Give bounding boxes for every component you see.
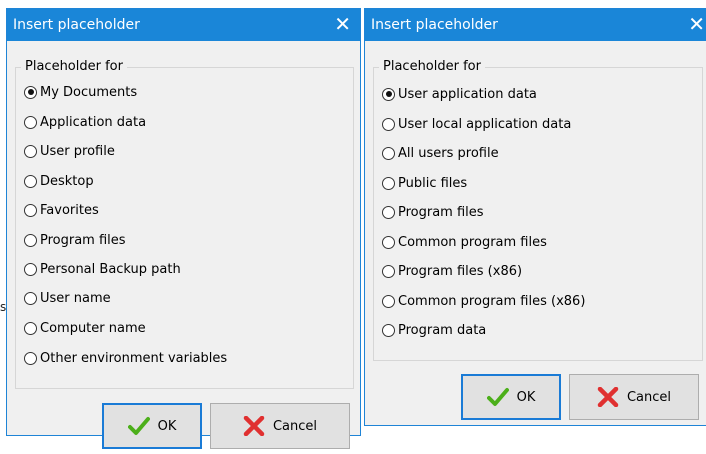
radio-option[interactable]: Other environment variables xyxy=(24,348,227,368)
radio-label: Program files (x86) xyxy=(398,263,523,279)
radio-option[interactable]: Public files xyxy=(382,173,467,193)
radio-button-icon[interactable] xyxy=(24,144,37,158)
radio-option[interactable]: Computer name xyxy=(24,318,146,338)
radio-button-icon[interactable] xyxy=(382,87,395,101)
radio-button-icon[interactable] xyxy=(24,174,37,188)
placeholder-group: Placeholder for My Documents Application… xyxy=(15,59,354,389)
radio-option[interactable]: Common program files (x86) xyxy=(382,291,585,311)
radio-option[interactable]: Program files (x86) xyxy=(382,261,522,281)
radio-label: User local application data xyxy=(398,116,572,132)
cancel-button[interactable]: Cancel xyxy=(569,374,699,420)
radio-label: Application data xyxy=(40,114,147,130)
radio-button-icon[interactable] xyxy=(382,117,395,131)
close-icon[interactable]: ✕ xyxy=(688,13,705,35)
group-label: Placeholder for xyxy=(379,59,485,74)
radio-option[interactable]: Program files xyxy=(24,230,126,250)
group-label: Placeholder for xyxy=(21,59,127,74)
ok-button[interactable]: OK xyxy=(102,403,202,449)
radio-option[interactable]: My Documents xyxy=(24,82,137,102)
radio-label: User application data xyxy=(398,86,537,102)
radio-option[interactable]: Personal Backup path xyxy=(24,259,181,279)
radio-label: Personal Backup path xyxy=(40,261,181,277)
radio-label: Other environment variables xyxy=(40,350,228,366)
radio-button-icon[interactable] xyxy=(24,115,37,129)
radio-label: Common program files (x86) xyxy=(398,293,586,309)
radio-option[interactable]: Favorites xyxy=(24,200,99,220)
radio-label: Public files xyxy=(398,175,468,191)
checkmark-icon xyxy=(486,387,509,407)
radio-option[interactable]: All users profile xyxy=(382,143,499,163)
insert-placeholder-dialog-a: Insert placeholder ✕ Placeholder for My … xyxy=(6,8,361,449)
red-x-icon xyxy=(243,416,265,436)
ok-label: OK xyxy=(157,418,177,434)
checkmark-icon xyxy=(127,416,150,436)
radio-label: Program files xyxy=(40,232,126,248)
radio-option[interactable]: User profile xyxy=(24,141,115,161)
radio-label: User name xyxy=(40,290,111,306)
radio-button-icon[interactable] xyxy=(382,176,395,190)
cancel-button[interactable]: Cancel xyxy=(210,403,350,449)
radio-button-icon[interactable] xyxy=(24,85,37,99)
cancel-label: Cancel xyxy=(626,389,672,405)
radio-button-icon[interactable] xyxy=(24,262,37,276)
radio-option[interactable]: Desktop xyxy=(24,171,94,191)
radio-button-icon[interactable] xyxy=(382,235,395,249)
radio-label: User profile xyxy=(40,143,115,159)
radio-option[interactable]: Common program files xyxy=(382,232,547,252)
radio-label: Computer name xyxy=(40,320,146,336)
radio-button-icon[interactable] xyxy=(24,351,37,365)
radio-button-icon[interactable] xyxy=(382,323,395,337)
placeholder-group: Placeholder for User application data Us… xyxy=(373,59,703,361)
radio-button-icon[interactable] xyxy=(24,291,37,305)
radio-button-icon[interactable] xyxy=(382,205,395,219)
radio-label: Favorites xyxy=(40,202,99,218)
dialog-title: Insert placeholder xyxy=(13,17,140,33)
radio-label: My Documents xyxy=(40,84,138,100)
radio-option[interactable]: User name xyxy=(24,288,111,308)
insert-placeholder-dialog-b: Insert placeholder ✕ Placeholder for Use… xyxy=(364,8,706,426)
radio-option[interactable]: User local application data xyxy=(382,114,571,134)
title-bar: Insert placeholder ✕ xyxy=(7,9,360,41)
radio-button-icon[interactable] xyxy=(24,203,37,217)
title-bar: Insert placeholder ✕ xyxy=(365,9,706,41)
radio-button-icon[interactable] xyxy=(382,146,395,160)
radio-label: Program data xyxy=(398,322,487,338)
cancel-label: Cancel xyxy=(272,418,318,434)
close-icon[interactable]: ✕ xyxy=(334,13,351,35)
ok-label: OK xyxy=(516,389,536,405)
dialog-title: Insert placeholder xyxy=(371,17,498,33)
radio-label: Program files xyxy=(398,204,484,220)
radio-label: Desktop xyxy=(40,173,94,189)
radio-option[interactable]: User application data xyxy=(382,84,537,104)
radio-button-icon[interactable] xyxy=(382,294,395,308)
radio-option[interactable]: Program files xyxy=(382,202,484,222)
radio-button-icon[interactable] xyxy=(24,321,37,335)
radio-option[interactable]: Application data xyxy=(24,112,146,132)
ok-button[interactable]: OK xyxy=(461,374,561,420)
radio-label: Common program files xyxy=(398,234,547,250)
red-x-icon xyxy=(597,387,619,407)
radio-button-icon[interactable] xyxy=(24,233,37,247)
radio-label: All users profile xyxy=(398,145,499,161)
radio-option[interactable]: Program data xyxy=(382,320,486,340)
radio-button-icon[interactable] xyxy=(382,264,395,278)
